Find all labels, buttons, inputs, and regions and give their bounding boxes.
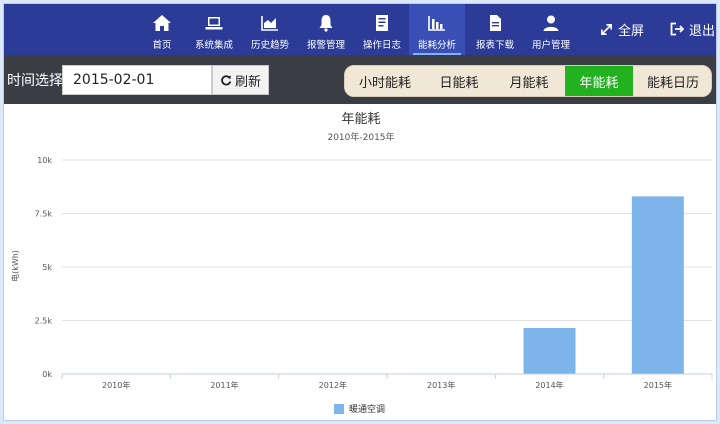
- y-tick-label: 7.5k: [35, 210, 53, 219]
- x-tick-label: 2012年: [319, 380, 347, 390]
- fullscreen-label: 全屏: [618, 23, 645, 39]
- top-navigation: 首页 系统集成 历史趋势 报警管理 操作日志 能耗分析 报表下载 用户管理 全屏…: [4, 4, 716, 55]
- app-frame: 首页 系统集成 历史趋势 报警管理 操作日志 能耗分析 报表下载 用户管理 全屏…: [3, 3, 717, 421]
- y-tick-label: 0k: [42, 370, 52, 379]
- bar-chart-icon: [428, 16, 445, 31]
- nav-operation-log[interactable]: 操作日志: [354, 4, 410, 55]
- y-tick-label: 10k: [37, 156, 52, 165]
- y-tick-label: 2.5k: [35, 317, 53, 326]
- x-tick-label: 2014年: [535, 380, 563, 390]
- time-select-label: 时间选择:: [7, 73, 68, 89]
- tab-monthly-energy[interactable]: 月能耗: [493, 66, 565, 96]
- chart-legend[interactable]: 暖通空调: [334, 402, 385, 415]
- logbook-icon: [376, 15, 388, 31]
- x-tick-label: 2010年: [102, 380, 130, 390]
- nav-label: 历史趋势: [250, 40, 289, 51]
- toolbar: 时间选择: 刷新 小时能耗 日能耗 月能耗 年能耗 能耗日历: [4, 55, 716, 104]
- nav-home[interactable]: 首页: [134, 4, 190, 55]
- tab-hourly-energy[interactable]: 小时能耗: [345, 66, 425, 96]
- y-axis-title: 电(kWh): [10, 250, 20, 282]
- x-tick-label: 2011年: [210, 380, 238, 390]
- nav-history-trend[interactable]: 历史趋势: [242, 4, 298, 55]
- logout-label: 退出: [689, 23, 716, 39]
- legend-label: 暖通空调: [349, 405, 386, 415]
- nav-label: 系统集成: [194, 40, 233, 51]
- chart-title: 年能耗: [341, 112, 380, 127]
- x-tick-label: 2013年: [427, 380, 455, 390]
- nav-alarm-management[interactable]: 报警管理: [298, 4, 354, 55]
- nav-label: 操作日志: [362, 40, 401, 51]
- nav-user-management[interactable]: 用户管理: [523, 4, 579, 55]
- user-icon: [543, 15, 559, 31]
- bar-2015年[interactable]: [631, 196, 684, 374]
- nav-label: 能耗分析: [417, 40, 456, 51]
- logout-icon: [670, 22, 684, 36]
- nav-label: 报警管理: [306, 40, 345, 51]
- tab-energy-calendar[interactable]: 能耗日历: [633, 66, 711, 96]
- nav-system-integration[interactable]: 系统集成: [186, 4, 242, 55]
- refresh-label: 刷新: [234, 74, 261, 90]
- bell-icon: [319, 15, 333, 32]
- bar-2014年[interactable]: [523, 327, 576, 374]
- nav-label: 报表下载: [475, 40, 514, 51]
- energy-bar-chart: 年能耗 2010年-2015年 电(kWh) 0k 2.5k 5k 7.5k 10k 20…: [10, 112, 713, 390]
- legend-swatch: [334, 403, 344, 414]
- tab-daily-energy[interactable]: 日能耗: [425, 66, 493, 96]
- nav-report-download[interactable]: 报表下载: [467, 4, 523, 55]
- y-tick-label: 5k: [42, 263, 52, 272]
- area-chart-icon: [261, 16, 278, 31]
- document-icon: [490, 15, 501, 31]
- nav-label: 用户管理: [531, 40, 570, 51]
- home-icon: [153, 15, 171, 31]
- expand-icon: [601, 23, 612, 35]
- logout-button[interactable]: 退出: [670, 18, 715, 40]
- nav-energy-analysis[interactable]: 能耗分析: [409, 4, 465, 55]
- nav-label: 首页: [152, 40, 172, 51]
- chart-subtitle: 2010年-2015年: [327, 131, 394, 143]
- fullscreen-button[interactable]: 全屏: [600, 18, 644, 40]
- x-tick-label: 2015年: [644, 380, 672, 390]
- tab-yearly-energy[interactable]: 年能耗: [565, 66, 633, 96]
- date-input[interactable]: [62, 65, 212, 95]
- laptop-icon: [205, 17, 223, 30]
- period-tabs: 小时能耗 日能耗 月能耗 年能耗 能耗日历: [344, 65, 712, 97]
- refresh-icon: [221, 75, 232, 86]
- refresh-button[interactable]: 刷新: [212, 65, 269, 95]
